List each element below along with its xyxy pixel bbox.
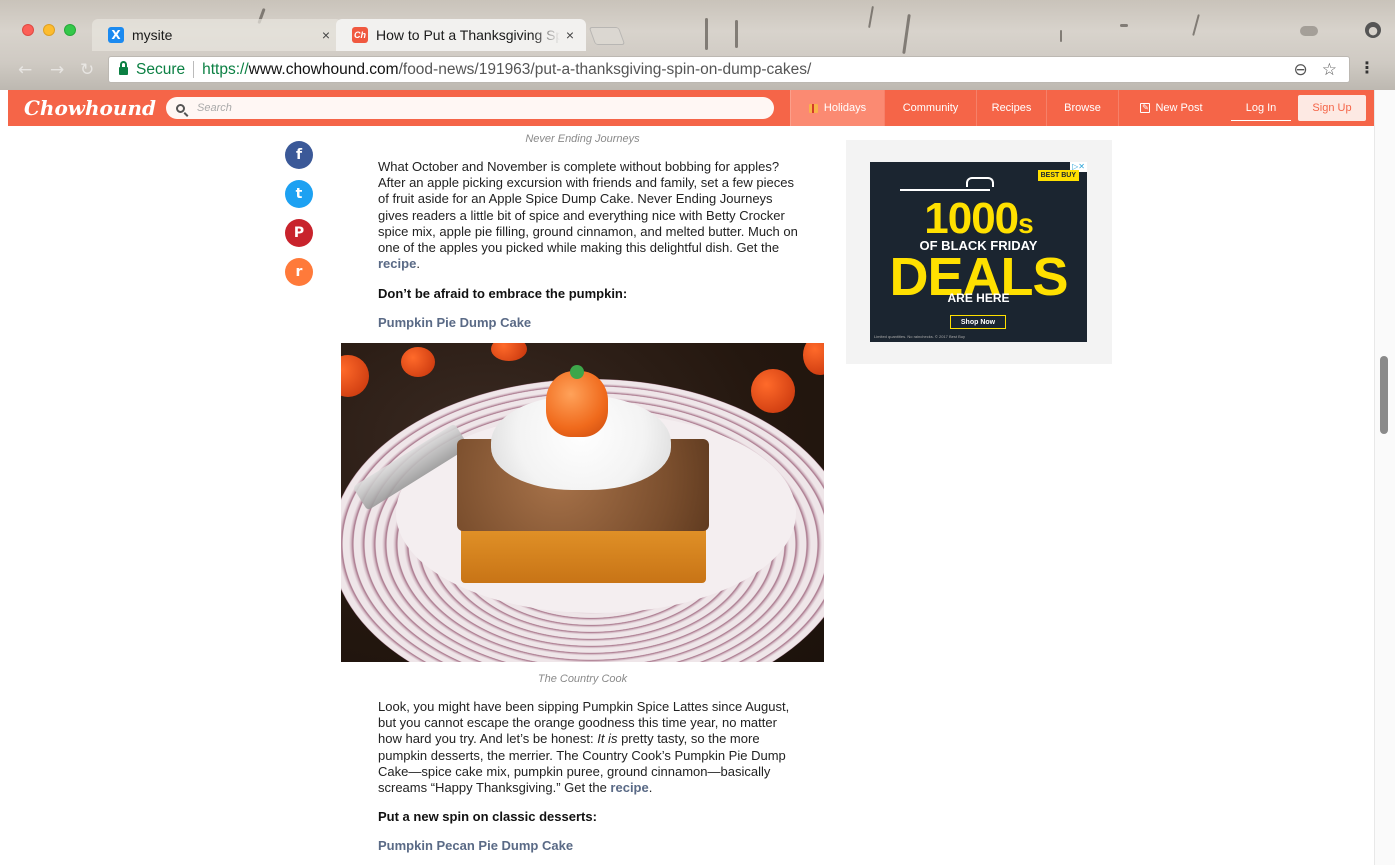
twitter-share-icon[interactable]: t	[285, 180, 313, 208]
new-tab-button[interactable]	[588, 27, 626, 45]
section-subhead: Don’t be afraid to embrace the pumpkin:	[378, 286, 628, 301]
scrollbar-thumb[interactable]	[1380, 356, 1388, 434]
nav-recipes[interactable]: Recipes	[976, 90, 1046, 126]
search-icon	[176, 103, 185, 113]
profile-icon[interactable]: ●	[1365, 22, 1381, 38]
forward-icon[interactable]: →	[50, 60, 64, 80]
ad-headline: 1000s	[924, 194, 1033, 243]
back-icon[interactable]: ←	[18, 60, 32, 80]
ad-fine-print: Limited quantities. No rainchecks. © 201…	[874, 334, 965, 339]
window-close-button[interactable]	[22, 24, 34, 36]
image-caption: Never Ending Journeys	[525, 133, 640, 145]
secure-label: Secure	[136, 60, 186, 78]
zoom-icon[interactable]: ⊖	[1294, 60, 1308, 80]
advertisement[interactable]: ▷✕ BEST BUY 1000s OF BLACK FRIDAY DEALS …	[870, 162, 1087, 342]
tab-close-icon[interactable]: ×	[322, 27, 330, 43]
bestbuy-logo: BEST BUY	[1037, 170, 1079, 181]
image-caption: The Country Cook	[537, 673, 628, 685]
star-icon[interactable]: ☆	[1322, 60, 1337, 80]
site-header: Chowhound Holidays Community Recipes Bro…	[8, 90, 1374, 126]
page-scrollbar[interactable]	[1374, 90, 1395, 865]
shop-now-button[interactable]: Shop Now	[950, 315, 1006, 329]
site-logo[interactable]: Chowhound	[24, 96, 166, 120]
tab-title: mysite	[132, 27, 173, 43]
tab-chowhound[interactable]: Ch How to Put a Thanksgiving Spin on Dum…	[336, 19, 586, 51]
nav-holidays[interactable]: Holidays	[790, 90, 884, 126]
login-button[interactable]: Log In	[1231, 95, 1291, 121]
article-paragraph: What October and November is complete wi…	[378, 159, 798, 272]
reddit-share-icon[interactable]: r	[285, 258, 313, 286]
recipe-title-link[interactable]: Pumpkin Pie Dump Cake	[378, 315, 531, 330]
nav-browse[interactable]: Browse	[1046, 90, 1118, 126]
url-host: www.chowhound.com	[248, 60, 399, 78]
chowhound-favicon-icon: Ch	[352, 27, 368, 43]
ad-are-here: ARE HERE	[947, 291, 1010, 305]
tab-title: How to Put a Thanksgiving Spin on Dump C…	[376, 27, 560, 43]
url-scheme: https://	[202, 60, 249, 78]
nav-label: New Post	[1155, 102, 1203, 114]
recipe-link[interactable]: recipe	[378, 256, 416, 271]
search-input[interactable]	[197, 102, 717, 114]
tab-mysite[interactable]: X mysite ×	[92, 19, 342, 51]
gift-icon	[808, 103, 818, 113]
section-subhead: Put a new spin on classic desserts:	[378, 809, 597, 824]
menu-icon[interactable]: ⋮	[1359, 60, 1375, 76]
nav-community[interactable]: Community	[884, 90, 976, 126]
window-minimize-button[interactable]	[43, 24, 55, 36]
signup-button[interactable]: Sign Up	[1298, 95, 1366, 121]
site-nav: Holidays Community Recipes Browse ✎ New …	[790, 90, 1224, 126]
facebook-share-icon[interactable]: f	[285, 141, 313, 169]
browser-toolbar: ← → ↻ Secure https://www.chowhound.com/f…	[0, 54, 1395, 88]
pumpkin-cake-photo	[341, 343, 824, 662]
nav-label: Holidays	[823, 102, 867, 114]
url-path: /food-news/191963/put-a-thanksgiving-spi…	[398, 60, 812, 78]
edit-icon: ✎	[1140, 103, 1151, 113]
gift-bow-icon	[966, 177, 994, 187]
browser-chrome: X mysite × Ch How to Put a Thanksgiving …	[0, 0, 1395, 90]
article-paragraph: Look, you might have been sipping Pumpki…	[378, 699, 790, 796]
lock-icon	[119, 61, 128, 75]
pinterest-share-icon[interactable]: P	[285, 219, 313, 247]
ad-container: ▷✕ BEST BUY 1000s OF BLACK FRIDAY DEALS …	[846, 140, 1112, 364]
search-bar[interactable]	[166, 97, 774, 119]
article-content: Never Ending Journeys f t P r What Octob…	[0, 126, 1374, 865]
window-maximize-button[interactable]	[64, 24, 76, 36]
tab-close-icon[interactable]: ×	[566, 27, 574, 43]
recipe-link[interactable]: recipe	[610, 780, 648, 795]
address-bar[interactable]: Secure https://www.chowhound.com/food-ne…	[108, 56, 1350, 83]
mysite-favicon-icon: X	[108, 27, 124, 43]
divider	[193, 61, 195, 78]
recipe-title-link[interactable]: Pumpkin Pecan Pie Dump Cake	[378, 838, 573, 853]
reload-icon[interactable]: ↻	[80, 60, 94, 80]
nav-new-post[interactable]: ✎ New Post	[1118, 90, 1224, 126]
